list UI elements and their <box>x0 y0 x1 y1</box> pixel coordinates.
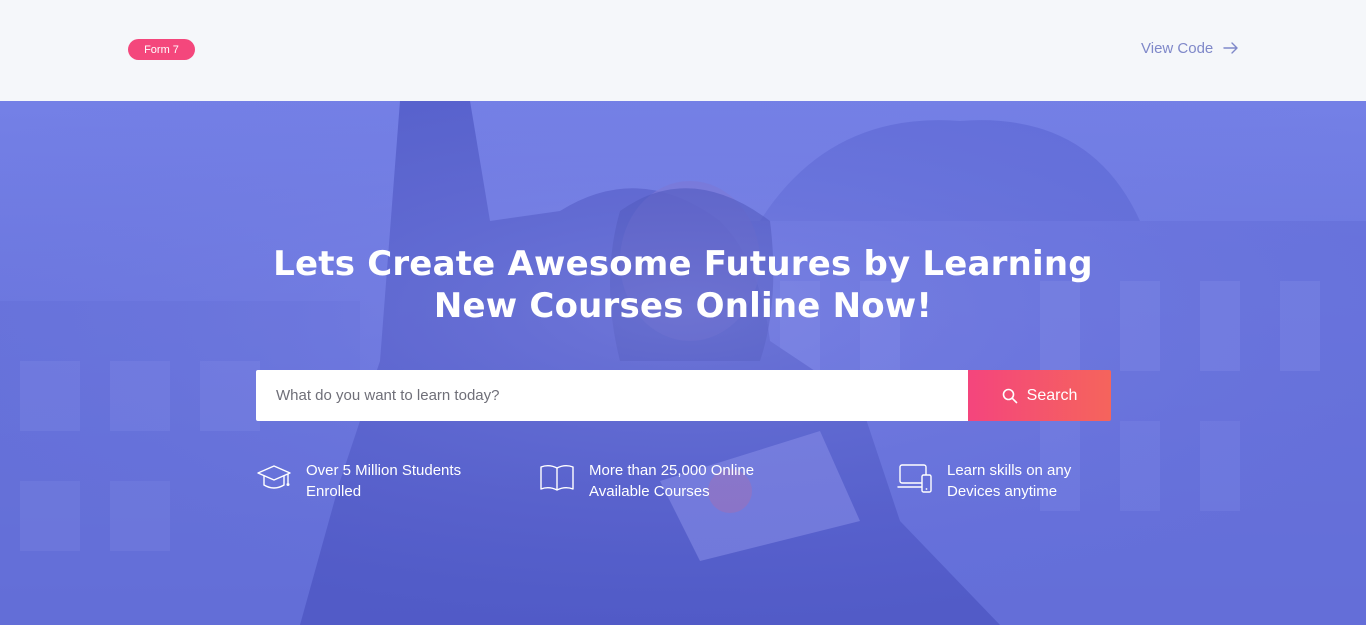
feature-students-line-1: Over 5 Million Students <box>306 462 462 479</box>
hero-headline: Lets Create Awesome Futures by Learning … <box>200 243 1166 327</box>
search-bar: Search <box>256 370 1111 421</box>
feature-devices-line-1: Learn skills on any <box>947 462 1072 479</box>
search-button-label: Search <box>1026 386 1078 404</box>
feature-students: Over 5 Million Students Enrolled <box>256 460 461 502</box>
feature-courses-line-1: More than 25,000 Online <box>589 462 755 479</box>
open-book-icon <box>540 465 574 491</box>
search-input[interactable] <box>256 370 968 421</box>
hero-background-photo <box>0 101 1366 625</box>
search-icon <box>1002 388 1017 403</box>
headline-line-1: Lets Create Awesome Futures by Learning <box>273 244 1093 284</box>
feature-devices: Learn skills on any Devices anytime <box>897 460 1071 502</box>
feature-courses: More than 25,000 Online Available Course… <box>539 460 754 502</box>
devices-icon <box>897 464 932 493</box>
search-button[interactable]: Search <box>968 370 1111 421</box>
headline-line-2: New Courses Online Now! <box>433 286 933 326</box>
view-code-link[interactable]: View Code <box>1141 38 1239 58</box>
hero-section: Lets Create Awesome Futures by Learning … <box>0 101 1366 625</box>
feature-devices-line-2: Devices anytime <box>947 483 1058 500</box>
feature-students-line-2: Enrolled <box>306 483 362 500</box>
feature-courses-line-2: Available Courses <box>589 483 710 500</box>
arrow-right-icon <box>1223 42 1238 54</box>
top-bar: Form 7 View Code <box>0 0 1366 101</box>
form-badge: Form 7 <box>128 39 195 60</box>
view-code-label: View Code <box>1141 39 1214 57</box>
graduation-cap-icon <box>257 465 291 489</box>
